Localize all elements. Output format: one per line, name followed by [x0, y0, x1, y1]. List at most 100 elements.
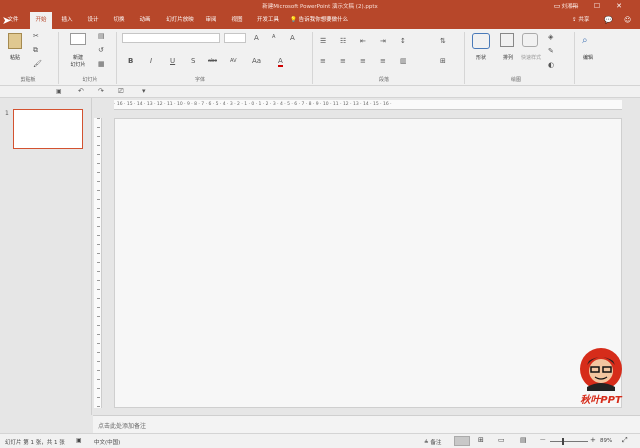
notes-placeholder[interactable]: 点击此处添加备注 [98, 421, 146, 430]
align-center-icon[interactable]: ≡ [340, 57, 346, 65]
bullets-icon[interactable]: ☰ [320, 37, 326, 45]
slide-info: 幻灯片 第 1 张，共 1 张 [5, 440, 65, 446]
font-size-select[interactable] [224, 33, 246, 43]
notes-pane[interactable]: 点击此处添加备注 [93, 415, 640, 433]
font-color-button[interactable]: A [278, 57, 283, 67]
tab-home[interactable]: 开始 [30, 12, 52, 29]
shapes-label[interactable]: 形状 [468, 54, 494, 61]
zoom-out-button[interactable]: — [540, 437, 546, 443]
zoom-in-button[interactable]: + [590, 436, 596, 444]
line-spacing-icon[interactable]: ↕ [400, 37, 406, 45]
tab-review[interactable]: 审阅 [200, 12, 222, 29]
shape-effects-icon[interactable]: ◐ [548, 61, 554, 69]
close-button[interactable]: ✕ [610, 0, 628, 12]
ribbon-display-button[interactable]: ▭ [548, 0, 566, 12]
shape-fill-icon[interactable]: ◈ [548, 33, 553, 41]
paste-label[interactable]: 粘贴 [4, 54, 26, 61]
group-slides-label: 幻灯片 [82, 77, 98, 83]
share-button[interactable]: ⇪ 共享 [572, 12, 589, 29]
strikethrough-button[interactable]: abc [208, 58, 217, 64]
layout-icon[interactable]: ▤ [98, 32, 105, 40]
tell-me-label: 告诉我你想要做什么 [298, 17, 349, 23]
paste-icon[interactable] [8, 33, 22, 49]
slide-thumbnail[interactable] [13, 109, 83, 149]
text-direction-icon[interactable]: ⇅ [440, 37, 446, 45]
normal-view-button[interactable] [454, 436, 470, 446]
tab-developer[interactable]: 开发工具 [252, 12, 284, 29]
new-slide-label-2[interactable]: 幻灯片 [66, 61, 90, 68]
shape-outline-icon[interactable]: ✎ [548, 47, 554, 55]
increase-indent-icon[interactable]: ⇥ [380, 37, 386, 45]
language-status[interactable]: 中文(中国) [94, 438, 120, 446]
lightbulb-icon: 💡 [290, 17, 297, 23]
font-name-select[interactable] [122, 33, 220, 43]
window-title: 新建Microsoft PowerPoint 演示文稿 (2).pptx [262, 4, 378, 10]
minimize-button[interactable]: — [566, 0, 584, 12]
zoom-slider[interactable] [550, 441, 588, 442]
cursor-icon: ➤ [2, 14, 12, 27]
qiuye-ppt-logo: 秋叶PPT [577, 347, 625, 406]
shrink-font-icon[interactable]: A [272, 34, 275, 40]
slide-sorter-button[interactable]: ⊞ [478, 436, 484, 444]
tab-design[interactable]: 设计 [82, 12, 104, 29]
italic-button[interactable]: I [150, 57, 152, 65]
shapes-icon[interactable] [472, 33, 490, 49]
bold-button[interactable]: B [128, 57, 133, 65]
spell-check-icon[interactable]: ▣ [76, 437, 82, 444]
save-icon[interactable]: ▣ [56, 88, 62, 95]
find-icon[interactable]: ⌕ [582, 35, 588, 46]
slideshow-button[interactable]: ▤ [520, 436, 527, 444]
zoom-level[interactable]: 89% [600, 438, 612, 444]
new-slide-icon[interactable] [70, 33, 86, 45]
slide-canvas[interactable] [114, 118, 622, 408]
tell-me-search[interactable]: 💡 告诉我你想要做什么 [290, 12, 348, 29]
maximize-button[interactable]: ☐ [588, 0, 606, 12]
reset-icon[interactable]: ↺ [98, 46, 104, 54]
justify-icon[interactable]: ≡ [380, 57, 386, 65]
shadow-button[interactable]: S [191, 57, 195, 65]
tab-insert[interactable]: 插入 [56, 12, 78, 29]
zoom-slider-thumb[interactable] [562, 438, 564, 445]
copy-icon[interactable]: ⧉ [33, 46, 38, 55]
decrease-indent-icon[interactable]: ⇤ [360, 37, 366, 45]
comment-icon[interactable]: 💬 [604, 12, 613, 29]
fit-to-window-icon[interactable]: ⤢ [622, 436, 628, 445]
status-bar: 幻灯片 第 1 张，共 1 张 ▣ 中文(中国) ≜ 备注 ⊞ ▭ ▤ — + … [0, 433, 640, 448]
columns-icon[interactable]: ▥ [400, 57, 407, 65]
quick-styles-icon[interactable] [522, 33, 538, 47]
tab-animations[interactable]: 动画 [134, 12, 156, 29]
change-case-button[interactable]: Aa [252, 57, 261, 65]
undo-icon[interactable]: ↶ [78, 87, 84, 95]
tab-view[interactable]: 视图 [226, 12, 248, 29]
group-separator [464, 32, 465, 84]
tab-slideshow[interactable]: 幻灯片放映 [160, 12, 200, 29]
format-painter-icon[interactable]: 🖌 [33, 60, 42, 68]
section-icon[interactable]: ▦ [98, 60, 105, 68]
ribbon-tab-bar: 文件 开始 插入 设计 切换 动画 幻灯片放映 审阅 视图 开发工具 💡 告诉我… [0, 12, 640, 29]
logo-text: 秋叶PPT [580, 395, 622, 406]
numbering-icon[interactable]: ☷ [340, 37, 346, 45]
title-bar: 新建Microsoft PowerPoint 演示文稿 (2).pptx 刘湘阳… [0, 0, 640, 12]
tab-transitions[interactable]: 切换 [108, 12, 130, 29]
underline-button[interactable]: U [170, 57, 175, 65]
reading-view-button[interactable]: ▭ [498, 436, 505, 444]
customize-icon[interactable]: ▾ [142, 87, 146, 95]
quick-access-toolbar: ▣ ↶ ↷ ⎚ ▾ [0, 86, 640, 98]
group-separator [58, 32, 59, 84]
redo-icon[interactable]: ↷ [98, 87, 104, 95]
grow-font-icon[interactable]: A [254, 34, 259, 42]
char-spacing-button[interactable]: AV [230, 58, 237, 64]
smartart-icon[interactable]: ⊞ [440, 57, 446, 65]
arrange-icon[interactable] [500, 33, 514, 47]
align-left-icon[interactable]: ≡ [320, 57, 326, 65]
presenter-icon[interactable]: ⎚ [118, 87, 124, 96]
smiley-icon[interactable]: ☺ [624, 12, 631, 29]
editing-label[interactable]: 编辑 [576, 54, 600, 61]
cut-icon[interactable]: ✂ [33, 32, 39, 40]
group-separator [312, 32, 313, 84]
new-slide-label[interactable]: 新建 [66, 54, 90, 61]
notes-toggle[interactable]: ≜ 备注 [424, 438, 441, 446]
clear-format-icon[interactable]: A [290, 34, 295, 42]
quick-styles-label[interactable]: 快速样式 [514, 54, 548, 61]
align-right-icon[interactable]: ≡ [360, 57, 366, 65]
